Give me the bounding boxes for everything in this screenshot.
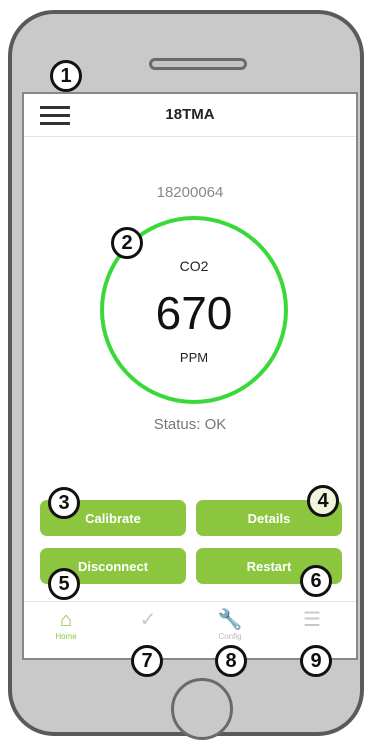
callout-9: 9 (300, 645, 332, 677)
tab-check[interactable]: ✓ (118, 608, 178, 632)
top-bar: 18TMA (24, 94, 356, 137)
callout-3: 3 (48, 487, 80, 519)
tab-home-label: Home (55, 632, 77, 641)
gauge-gas-label: CO2 (179, 258, 209, 274)
tab-config[interactable]: 🔧 Config (200, 608, 260, 641)
wrench-icon: 🔧 (217, 609, 243, 631)
callout-2: 2 (111, 227, 143, 259)
page-title: 18TMA (165, 106, 215, 123)
list-icon: ☰ (303, 609, 321, 631)
gauge-unit: PPM (179, 350, 209, 365)
tab-home[interactable]: ⌂ Home (36, 608, 96, 641)
status-text: Status: OK (153, 416, 227, 433)
callout-5: 5 (48, 568, 80, 600)
tab-list[interactable]: ☰ (282, 608, 342, 632)
callout-8: 8 (215, 645, 247, 677)
serial-number: 18200064 (156, 184, 224, 201)
callout-6: 6 (300, 565, 332, 597)
callout-7: 7 (131, 645, 163, 677)
check-icon: ✓ (139, 609, 157, 631)
gauge-value: 670 (155, 287, 233, 339)
callout-4: 4 (307, 485, 339, 517)
home-hardware-button[interactable] (171, 678, 233, 740)
speaker-grille (149, 58, 247, 70)
tab-config-label: Config (218, 632, 242, 641)
home-icon: ⌂ (59, 609, 73, 631)
callout-1: 1 (50, 60, 82, 92)
